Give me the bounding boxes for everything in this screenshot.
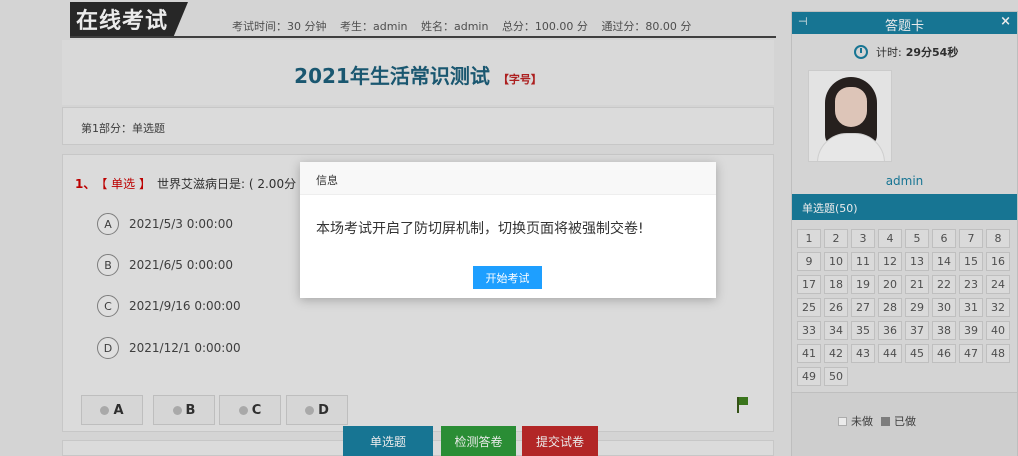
info-dialog: 信息 本场考试开启了防切屏机制，切换页面将被强制交卷! 开始考试: [300, 162, 716, 298]
dialog-message: 本场考试开启了防切屏机制，切换页面将被强制交卷!: [316, 221, 644, 237]
start-exam-button[interactable]: 开始考试: [473, 266, 542, 289]
dialog-title: 信息: [300, 162, 716, 195]
